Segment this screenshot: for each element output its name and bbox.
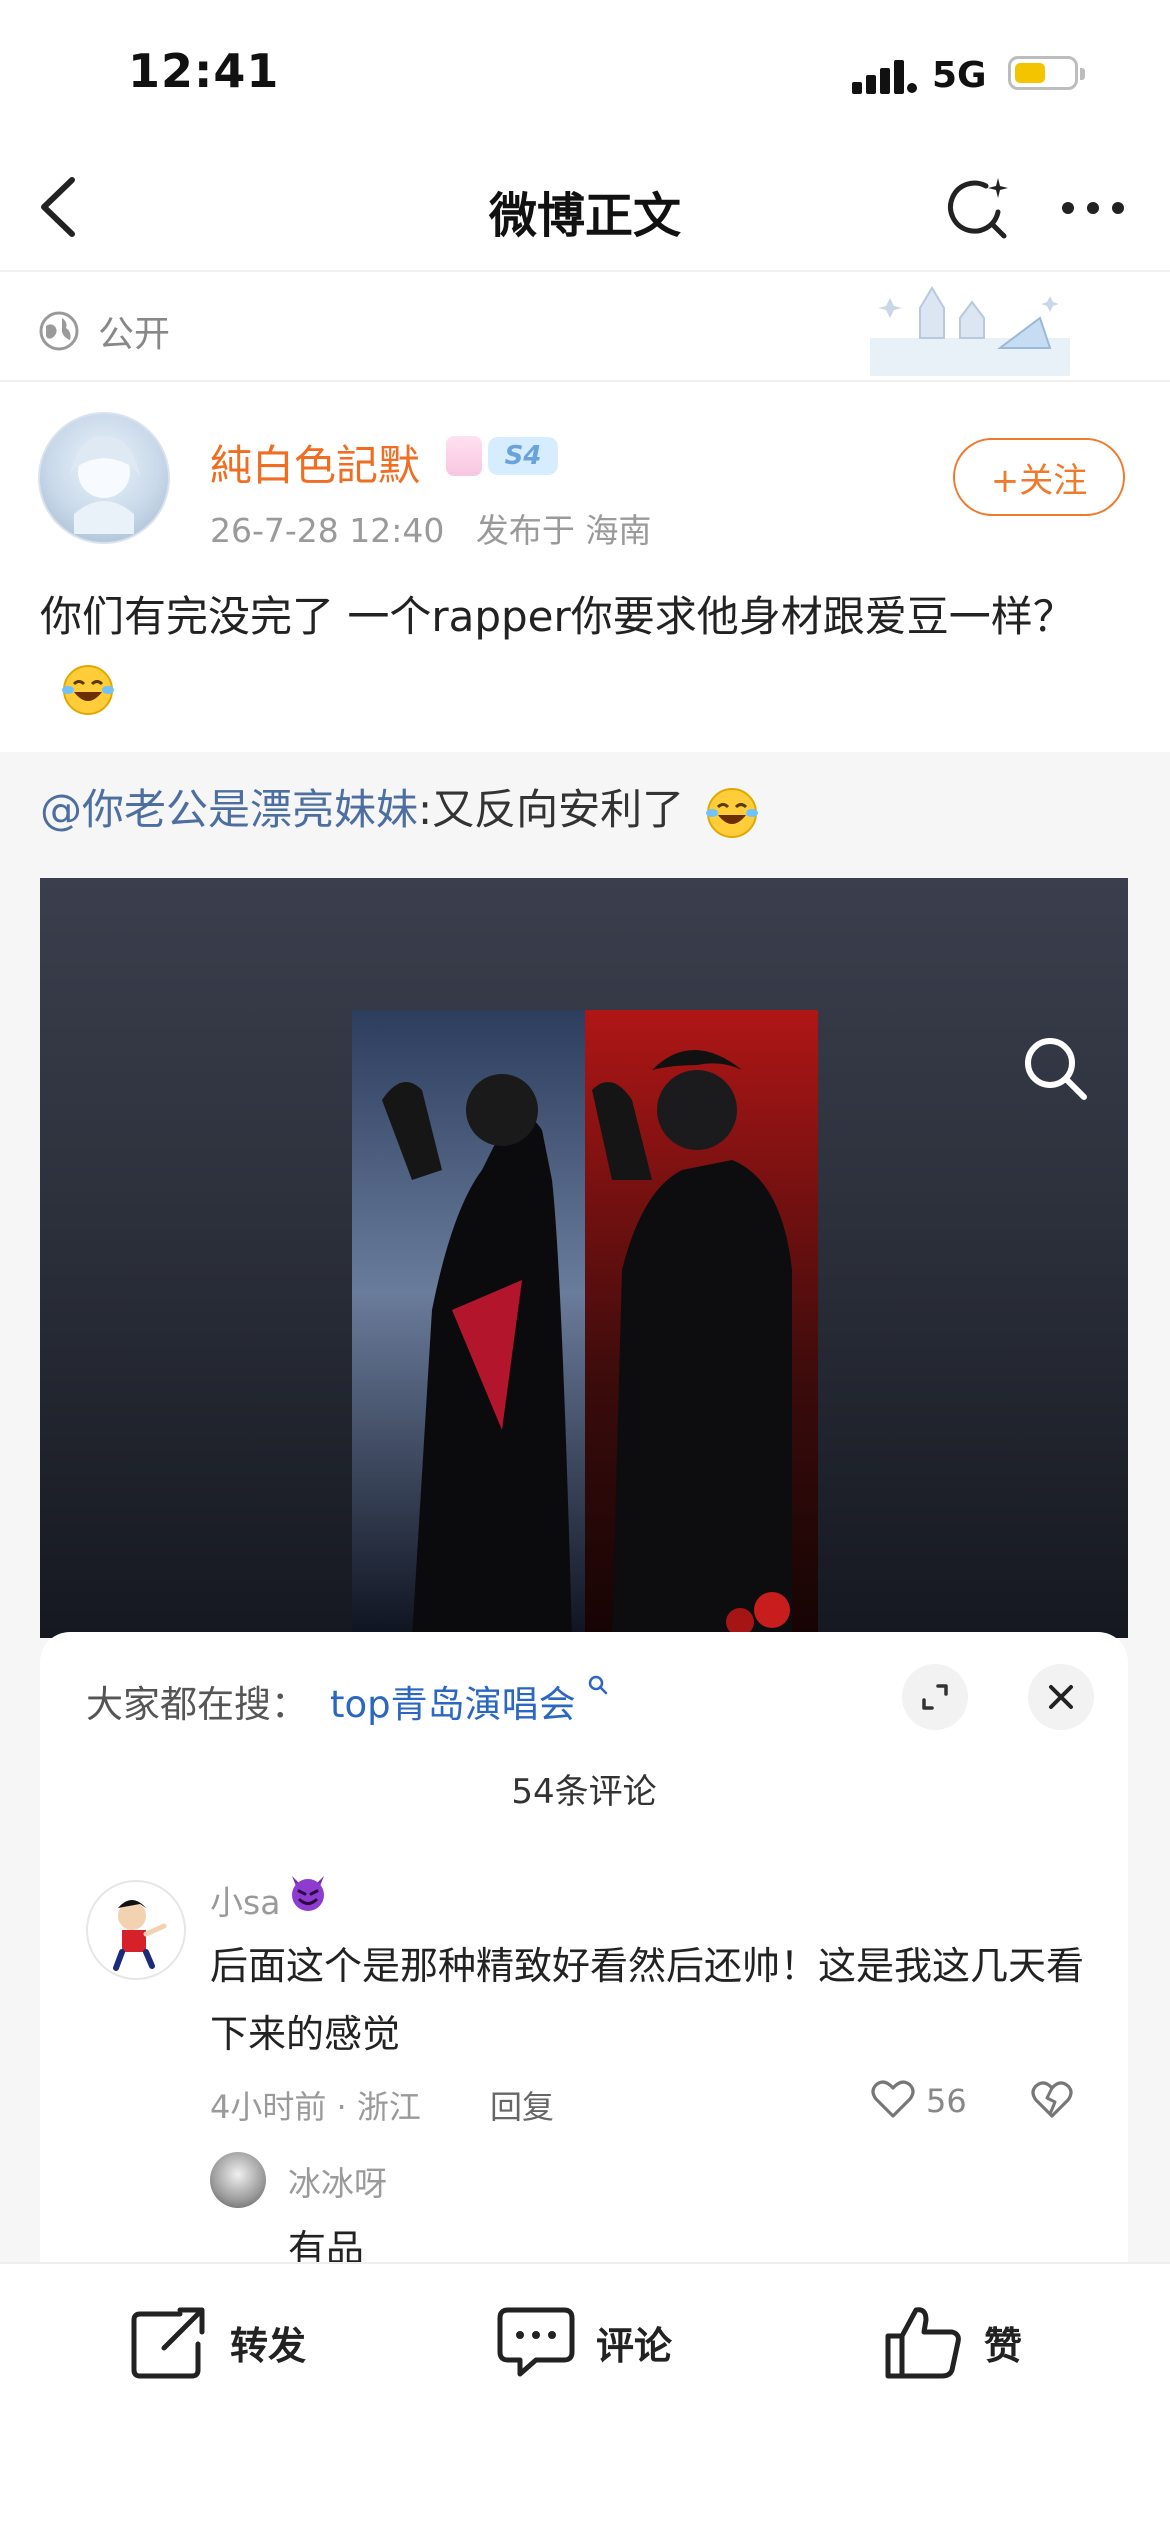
cartoon-avatar-icon [113,1900,167,1971]
trend-label: 大家都在搜： [86,1683,308,1726]
divider [0,270,1170,272]
share-arrow-icon [131,2307,205,2379]
battery-icon [1008,56,1085,90]
follow-button[interactable]: +关注 [953,438,1125,516]
member-badge-icon [446,436,482,476]
trend-query: top青岛演唱会 [330,1683,576,1726]
comment-bubble-icon [497,2307,575,2377]
performer-photo[interactable] [352,1010,818,1638]
commenter-avatar[interactable] [86,1880,186,1980]
comment-button[interactable]: 评论 [496,2304,672,2380]
laugh-cry-emoji [62,664,114,715]
comment-text: 后面这个是那种精致好看然后还帅！这是我这几天看下来的感觉 [210,1944,1085,2056]
repost-label: 转发 [230,2323,307,2368]
repost-button[interactable]: 转发 [130,2304,306,2380]
comments-sheet: 大家都在搜： top青岛演唱会 54条评论 小sa 后面这个是那种精致好看然后还… [40,1632,1128,2272]
signal-icon [852,60,917,94]
expand-icon [922,1684,948,1710]
post-text: 你们有完没完了 一个rapper你要求他身材跟爱豆一样？ [40,592,1075,641]
level-badge: S4 [488,437,558,475]
laugh-cry-emoji [705,787,758,838]
post-image[interactable] [40,878,1128,1638]
comment-reply-button[interactable]: 回复 [490,2082,554,2128]
username[interactable]: 純白色記默 [210,432,420,493]
castle-decoration-icon [870,286,1070,376]
comment-label: 评论 [596,2323,673,2368]
reply-username[interactable]: 冰冰呀 [288,2157,387,2205]
heart-icon[interactable] [870,2078,916,2120]
visibility-row: 公开 [38,305,170,357]
comment-time: 4小时前 · 浙江 [210,2088,421,2126]
divider [0,380,1170,382]
network-type: 5G [932,55,987,96]
comment-like-count: 56 [926,2082,967,2120]
trend-search-link[interactable]: top青岛演唱会 [330,1674,609,1728]
reply-avatar[interactable] [210,2152,266,2208]
user-badges: S4 [446,436,558,476]
user-avatar[interactable] [38,412,170,544]
repost-mention[interactable]: @你老公是漂亮妹妹 [40,785,418,834]
post-text-block: 你们有完没完了 一个rapper你要求他身材跟爱豆一样？ [40,582,1130,722]
close-button[interactable] [1028,1664,1094,1730]
more-dots-icon[interactable] [1058,196,1128,220]
comment-count: 54条评论 [511,1772,657,1812]
purple-devil-emoji [292,1876,324,1911]
expand-button[interactable] [902,1664,968,1730]
bottom-action-bar: 转发 评论 赞 [0,2262,1170,2532]
globe-icon [39,311,79,351]
like-button[interactable]: 赞 [884,2304,1022,2380]
refresh-sparkle-icon[interactable] [942,172,1012,242]
avatar-illustration-icon [70,435,140,534]
status-time: 12:41 [128,44,280,98]
commenter-name[interactable]: 小sa [210,1876,280,1924]
repost-line: @你老公是漂亮妹妹:又反向安利了 [40,775,760,845]
like-label: 赞 [984,2323,1023,2368]
broken-heart-icon[interactable] [1030,2078,1074,2122]
visibility-label: 公开 [98,314,171,355]
post-meta: 26-7-28 12:40 发布于 海南 [210,511,652,550]
close-icon [1049,1685,1073,1709]
zoom-search-icon[interactable] [1020,1033,1090,1103]
repost-text: :又反向安利了 [418,785,685,834]
thumbs-up-icon [885,2307,961,2379]
small-search-icon [589,1675,608,1695]
